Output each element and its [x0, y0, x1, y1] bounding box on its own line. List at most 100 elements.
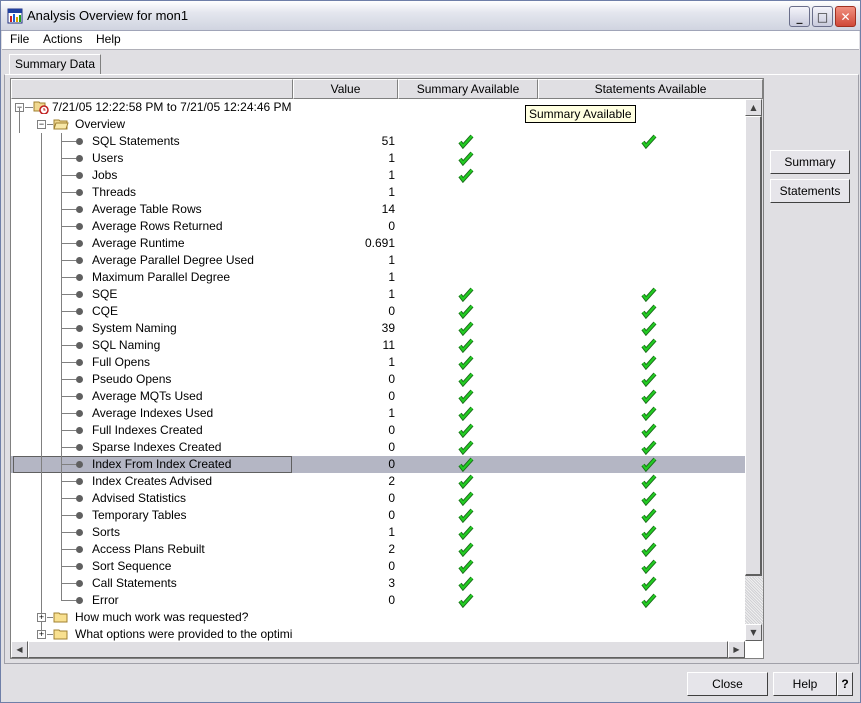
- help-button[interactable]: Help: [773, 672, 837, 696]
- leaf-bullet-icon: [76, 240, 83, 247]
- table-row[interactable]: Average Parallel Degree Used 1: [11, 252, 745, 269]
- row-label: Average Indexes Used: [92, 406, 214, 420]
- summary-available-check-icon: [458, 151, 474, 166]
- table-row[interactable]: Index From Index Created 0: [11, 456, 745, 473]
- scroll-left-button[interactable]: ◀: [11, 641, 28, 658]
- table-row[interactable]: Average Indexes Used 1: [11, 405, 745, 422]
- table-row[interactable]: Advised Statistics 0: [11, 490, 745, 507]
- tree-rows: − 7/21/05 12:22:58 PM to 7/21/05 12:24:4…: [11, 99, 745, 641]
- table-row[interactable]: Maximum Parallel Degree 1: [11, 269, 745, 286]
- row-value: 0: [388, 559, 395, 573]
- table-row[interactable]: SQL Statements 51: [11, 133, 745, 150]
- table-row[interactable]: Average MQTs Used 0: [11, 388, 745, 405]
- table-row[interactable]: Average Runtime 0.691: [11, 235, 745, 252]
- statements-available-check-icon: [641, 491, 657, 506]
- column-header-tree[interactable]: [11, 79, 293, 99]
- row-value: 1: [388, 525, 395, 539]
- row-label: System Naming: [92, 321, 177, 335]
- table-row[interactable]: Sparse Indexes Created 0: [11, 439, 745, 456]
- column-header-value[interactable]: Value: [293, 79, 398, 99]
- table-row[interactable]: Average Table Rows 14: [11, 201, 745, 218]
- leaf-bullet-icon: [76, 155, 83, 162]
- statements-button[interactable]: Statements: [770, 179, 850, 203]
- title-bar[interactable]: Analysis Overview for mon1 _ □ ✕: [1, 1, 860, 31]
- scroll-down-button[interactable]: ▼: [745, 624, 762, 641]
- row-label: SQE: [92, 287, 118, 301]
- table-row[interactable]: SQL Naming 11: [11, 337, 745, 354]
- leaf-bullet-icon: [76, 512, 83, 519]
- close-window-button[interactable]: ✕: [835, 6, 856, 27]
- table-row[interactable]: Average Rows Returned 0: [11, 218, 745, 235]
- leaf-bullet-icon: [76, 257, 83, 264]
- row-label: Advised Statistics: [92, 491, 187, 505]
- closed-folder-icon: [53, 612, 68, 623]
- table-row[interactable]: Temporary Tables 0: [11, 507, 745, 524]
- table-row[interactable]: Jobs 1: [11, 167, 745, 184]
- context-help-button[interactable]: ?: [837, 672, 853, 696]
- statements-available-check-icon: [641, 372, 657, 387]
- table-row[interactable]: Index Creates Advised 2: [11, 473, 745, 490]
- row-value: 1: [388, 151, 395, 165]
- expand-toggle[interactable]: +: [37, 613, 46, 622]
- table-row[interactable]: System Naming 39: [11, 320, 745, 337]
- statements-available-check-icon: [641, 525, 657, 540]
- leaf-bullet-icon: [76, 478, 83, 485]
- table-row[interactable]: Error 0: [11, 592, 745, 609]
- table-row[interactable]: Full Indexes Created 0: [11, 422, 745, 439]
- column-header-statements-available[interactable]: Statements Available: [538, 79, 763, 99]
- leaf-bullet-icon: [76, 325, 83, 332]
- table-row[interactable]: + What options were provided to the opti…: [11, 626, 745, 641]
- row-value: 0: [388, 491, 395, 505]
- table-row[interactable]: Call Statements 3: [11, 575, 745, 592]
- maximize-button[interactable]: □: [812, 6, 833, 27]
- overview-label: Overview: [75, 117, 126, 131]
- row-value: 1: [388, 185, 395, 199]
- menu-file[interactable]: File: [10, 32, 29, 46]
- menu-help[interactable]: Help: [96, 32, 121, 46]
- row-value: 0: [388, 508, 395, 522]
- tab-summary-data[interactable]: Summary Data: [9, 54, 102, 74]
- row-label: Access Plans Rebuilt: [92, 542, 205, 556]
- scroll-up-button[interactable]: ▲: [745, 99, 762, 116]
- row-label: Average Runtime: [92, 236, 185, 250]
- statements-available-check-icon: [641, 321, 657, 336]
- summary-button[interactable]: Summary: [770, 150, 850, 174]
- window-title: Analysis Overview for mon1: [27, 8, 189, 23]
- statements-available-check-icon: [641, 559, 657, 574]
- statements-available-check-icon: [641, 389, 657, 404]
- leaf-bullet-icon: [76, 580, 83, 587]
- table-row[interactable]: Users 1: [11, 150, 745, 167]
- summary-available-check-icon: [458, 525, 474, 540]
- minimize-button[interactable]: _: [789, 6, 810, 27]
- horizontal-scroll-thumb[interactable]: [28, 641, 728, 658]
- close-button[interactable]: Close: [687, 672, 768, 696]
- collapse-toggle[interactable]: −: [37, 120, 46, 129]
- row-label: Jobs: [92, 168, 118, 182]
- row-label: Index Creates Advised: [92, 474, 213, 488]
- vertical-scroll-thumb[interactable]: [745, 116, 762, 576]
- menu-actions[interactable]: Actions: [43, 32, 82, 46]
- table-row[interactable]: Pseudo Opens 0: [11, 371, 745, 388]
- table-row[interactable]: Threads 1: [11, 184, 745, 201]
- table-row[interactable]: CQE 0: [11, 303, 745, 320]
- vertical-scroll-track[interactable]: [745, 577, 763, 624]
- table-row[interactable]: Access Plans Rebuilt 2: [11, 541, 745, 558]
- table-row[interactable]: Sorts 1: [11, 524, 745, 541]
- row-label: Full Indexes Created: [92, 423, 203, 437]
- statements-available-check-icon: [641, 304, 657, 319]
- menu-bar: File Actions Help: [2, 31, 859, 50]
- table-row[interactable]: + How much work was requested?: [11, 609, 745, 626]
- scroll-right-button[interactable]: ▶: [728, 641, 745, 658]
- row-value: 39: [381, 321, 395, 335]
- table-row[interactable]: SQE 1: [11, 286, 745, 303]
- column-header-summary-available[interactable]: Summary Available: [398, 79, 538, 99]
- vertical-scrollbar[interactable]: ▲ ▼: [745, 99, 763, 641]
- open-folder-icon: [53, 119, 69, 130]
- table-row[interactable]: Sort Sequence 0: [11, 558, 745, 575]
- summary-available-check-icon: [458, 168, 474, 183]
- analysis-overview-window: Analysis Overview for mon1 _ □ ✕ File Ac…: [0, 0, 861, 703]
- expand-toggle[interactable]: +: [37, 630, 46, 639]
- horizontal-scrollbar[interactable]: ◀ ▶: [11, 641, 745, 658]
- table-row[interactable]: Full Opens 1: [11, 354, 745, 371]
- row-value: 3: [388, 576, 395, 590]
